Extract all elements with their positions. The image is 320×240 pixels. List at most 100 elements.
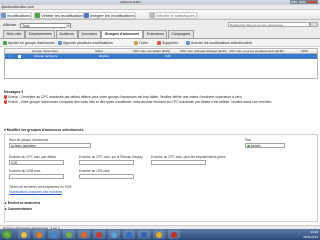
search-placeholder: Rechercher dans ce groupe d'annonces [230, 23, 284, 27]
firefox-icon [81, 231, 87, 238]
mail-icon [126, 231, 132, 238]
default-cpc-field[interactable]: 0,00 [9, 160, 64, 165]
row-checkbox[interactable] [18, 55, 21, 58]
paste-button[interactable]: Coller [134, 40, 148, 46]
post-changes-button[interactable]: Intégrer les modifications [83, 11, 137, 19]
active-status-icon [247, 144, 250, 147]
word-icon [141, 231, 147, 238]
placement-cpc-field[interactable] [151, 160, 206, 165]
media-icon [36, 231, 42, 238]
modifications-button[interactable]: modifications [0, 11, 33, 19]
ad-groups-panel: Ajouter un groupe d'annonces Apporter pl… [0, 38, 320, 240]
tab-ads[interactable]: Annonces [78, 30, 101, 38]
comments-section[interactable]: ▸ Commentaires [5, 207, 317, 212]
download-icon [1, 12, 6, 18]
upload-icon [84, 12, 89, 18]
taskbar: 23:26 25/11/2013 [0, 229, 320, 240]
taskbar-app-outlook[interactable] [123, 230, 135, 239]
row-default-cpc: 0.00 [165, 54, 171, 58]
taskbar-app-word[interactable] [138, 230, 150, 239]
taskbar-app-editor[interactable] [108, 230, 120, 239]
ad-groups-grid: Groupe d'annonces Statut CPC max. par dé… [4, 48, 318, 79]
advanced-bids-link[interactable]: Modifications avancées des enchères [9, 190, 62, 194]
record-icon [171, 231, 177, 238]
default-cpc-label: Enchère au CPC max. par défaut [9, 155, 56, 159]
taskbar-app-chrome[interactable] [153, 230, 165, 239]
check-changes-label: Vérifier les modifications [41, 12, 85, 18]
advanced-bids-title: Enchères avancées [7, 201, 41, 205]
revert-label: Annuler les modifications sélectionnées [191, 41, 253, 45]
state-label: État [245, 138, 251, 142]
tab-placements[interactable]: Emplacements [25, 30, 56, 38]
name-label: Nom du groupe d'annonces [9, 138, 49, 142]
delete-button[interactable]: Supprimer [157, 40, 178, 46]
search-button[interactable] [310, 22, 318, 27]
paste-label: Coller [139, 41, 149, 45]
taskbar-app-firefox[interactable] [78, 230, 90, 239]
chevron-down-icon: ▾ [66, 23, 70, 28]
close-button[interactable] [306, 0, 318, 4]
cpm-label: Enchère au CPM max. [9, 169, 42, 173]
modifications-label: modifications [7, 12, 31, 18]
multiple-changes-button[interactable]: Apporter plusieurs modifications [58, 40, 113, 46]
maximize-button[interactable] [298, 0, 306, 4]
main-toolbar: modifications Vérifier les modifications… [0, 10, 320, 20]
cpa-field[interactable] [79, 174, 134, 179]
comments-title: Commentaires [7, 207, 33, 211]
start-button[interactable] [2, 230, 12, 239]
taskbar-app-explorer[interactable] [18, 230, 30, 239]
filter-label: Afficher : [3, 22, 19, 27]
minimize-button[interactable] [290, 0, 298, 4]
filter-bar: Afficher : Tous ▾ Rechercher dans ce gro… [0, 20, 320, 39]
filter-select[interactable]: Tous ▾ [20, 22, 71, 28]
taskbar-app-adwords[interactable] [63, 230, 75, 239]
state-value: Activés [250, 144, 261, 148]
taskbar-app-recorder[interactable] [168, 230, 180, 239]
row-change-marker: ! [9, 54, 10, 58]
taskbar-app-filezilla[interactable] [93, 230, 105, 239]
cpm-field[interactable] [9, 174, 64, 179]
advanced-bids-section[interactable]: ▸ Enchères avancées [5, 201, 317, 206]
clock-date: 25/11/2013 [303, 234, 318, 239]
messages-area: Messages 3 ! Erreur : L'enchère au CPC ma… [4, 90, 318, 110]
error-message: ! Erreur : Votre groupe d'annonces compor… [4, 100, 318, 105]
ad-group-name-field[interactable]: Acheter jardinière [9, 143, 91, 148]
row-status: Éligible [99, 54, 109, 58]
taskbar-app-media[interactable] [33, 230, 45, 239]
plus-icon [3, 41, 7, 45]
tab-extensions[interactable]: Extensions [143, 30, 168, 38]
browser-icon [51, 231, 57, 238]
tab-audience[interactable]: Audience [55, 30, 78, 38]
table-row[interactable]: ! Acheter jardinière Éligible 0.00 [5, 54, 317, 59]
add-ad-group-button[interactable]: Ajouter un groupe d'annonces [3, 40, 55, 46]
error-text-2: Erreur : Votre groupe d'annonces comport… [8, 100, 273, 104]
edit-section-title: Modifier les groupes d'annonces sélectio… [6, 128, 84, 132]
add-ad-group-label: Ajouter un groupe d'annonces [8, 41, 55, 45]
edit-section-header[interactable]: ▾ Modifier les groupes d'annonces sélect… [4, 128, 318, 133]
display-cpc-field[interactable] [79, 160, 134, 165]
tab-keywords[interactable]: Mots clés [3, 30, 25, 38]
check-changes-button[interactable]: Vérifier les modifications [34, 11, 87, 19]
multiple-changes-label: Apporter plusieurs modifications [63, 41, 113, 45]
system-clock[interactable]: 23:26 25/11/2013 [303, 230, 318, 239]
error-message: ! Erreur : L'enchère au CPC maximale par … [4, 95, 318, 100]
search-input[interactable]: Rechercher dans ce groupe d'annonces [228, 22, 310, 27]
error-icon: ! [4, 95, 8, 99]
revert-button[interactable]: Annuler les modifications sélectionnées [186, 40, 252, 46]
display-cpc-label: Enchère au CPC max. sur le Réseau Displa… [79, 155, 143, 159]
taskbar-app-browser[interactable] [48, 230, 60, 239]
messages-title: Messages 3 [4, 90, 24, 94]
editor-icon [111, 231, 117, 238]
tab-campaigns[interactable]: Campagnes [167, 30, 194, 38]
chrome-icon [156, 231, 162, 238]
post-changes-label: Intégrer les modifications [90, 12, 135, 18]
stats-icon [150, 12, 155, 18]
filezilla-icon [96, 231, 102, 238]
edit-ad-group-form: Nom du groupe d'annonces Acheter jardini… [4, 134, 318, 222]
error-text-1: Erreur : L'enchère au CPC maximale par d… [8, 95, 243, 99]
show-stats-button[interactable]: Afficher le statistiques [149, 11, 197, 19]
multiple-changes-icon [58, 41, 62, 45]
state-select[interactable]: Activés [245, 143, 285, 148]
currency-note: Toutes de enchères sont exprimées en EUR… [9, 185, 73, 189]
row-ad-group-name: Acheter jardinière [34, 54, 58, 58]
